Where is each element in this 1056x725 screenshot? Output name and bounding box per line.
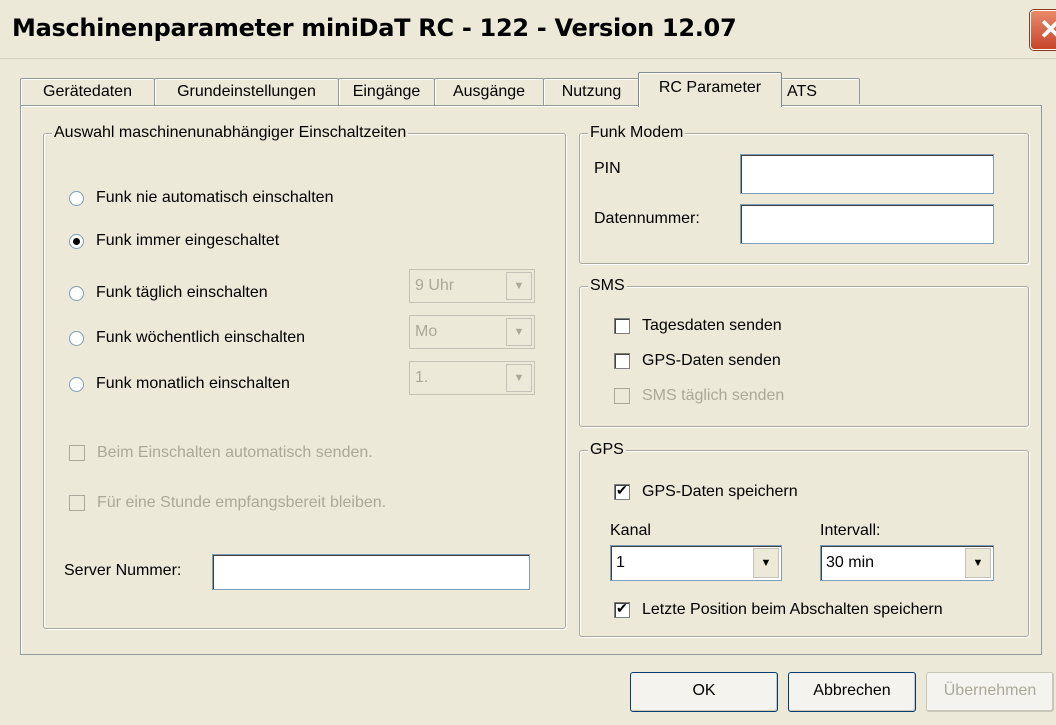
stay-ready-label: Für eine Stunde empfangsbereit bleiben. [97,494,387,511]
gps-save-checkbox-box[interactable] [614,482,630,500]
radio-weekly[interactable]: Funk wöchentlich einschalten [69,329,305,347]
stay-ready-checkbox-box[interactable] [69,495,85,511]
chevron-down-icon[interactable]: ▼ [753,548,779,578]
last-position-checkbox-box[interactable] [614,600,630,618]
radio-weekly-indicator[interactable] [69,330,84,346]
weekly-day-value: Mo [415,323,438,340]
sms-daily-checkbox-box[interactable] [614,388,630,404]
tab-panel: Auswahl maschinenunabhängiger Einschaltz… [20,105,1042,655]
server-number-input[interactable] [212,554,530,590]
sms-title: SMS [588,277,627,295]
close-icon: ✕ [1039,14,1056,45]
tab-nutzung[interactable]: Nutzung [543,78,640,105]
chevron-down-icon[interactable]: ▼ [506,364,532,392]
pin-label: PIN [594,160,621,177]
gps-senden-label: GPS-Daten senden [642,352,781,369]
datennummer-label: Datennummer: [594,210,700,227]
radio-monthly-label: Funk monatlich einschalten [96,375,290,392]
auto-send-label: Beim Einschalten automatisch senden. [97,444,373,461]
tab-geraetedaten[interactable]: Gerätedaten [20,78,155,105]
apply-button[interactable]: Übernehmen [926,672,1054,712]
intervall-select[interactable]: 30 min ▼ [820,545,994,581]
daily-hour-value: 9 Uhr [415,277,455,294]
intervall-label: Intervall: [820,522,881,539]
auto-send-checkbox[interactable]: Beim Einschalten automatisch senden. [69,444,373,462]
radio-never[interactable]: Funk nie automatisch einschalten [69,189,333,207]
title-bar: Maschinenparameter miniDaT RC - 122 - Ve… [0,0,1056,59]
tab-rc-parameter[interactable]: RC Parameter [638,72,782,107]
radio-daily-label: Funk täglich einschalten [96,284,268,301]
chevron-down-icon[interactable]: ▼ [506,318,532,346]
radio-always[interactable]: Funk immer eingeschaltet [69,232,279,250]
tagesdaten-label: Tagesdaten senden [642,317,782,334]
datennummer-input[interactable] [740,204,994,244]
kanal-label: Kanal [610,522,651,539]
gps-senden-checkbox-box[interactable] [614,353,630,369]
auto-send-checkbox-box[interactable] [69,445,85,461]
monthly-day-select[interactable]: 1. ▼ [409,361,535,395]
tab-grundeinstellungen[interactable]: Grundeinstellungen [154,78,339,105]
radio-never-indicator[interactable] [69,190,84,206]
tagesdaten-checkbox[interactable]: Tagesdaten senden [614,317,782,335]
funk-modem-title: Funk Modem [588,124,686,142]
chevron-down-icon[interactable]: ▼ [506,272,532,300]
gps-save-checkbox[interactable]: GPS-Daten speichern [614,482,798,501]
radio-monthly-indicator[interactable] [69,376,84,392]
intervall-value: 30 min [826,554,875,571]
kanal-select[interactable]: 1 ▼ [610,545,782,581]
gps-group: GPS GPS-Daten speichern Kanal 1 ▼ Interv… [579,441,1029,637]
pin-input[interactable] [740,154,994,194]
tab-ats[interactable]: ATS [780,78,860,104]
weekly-day-select[interactable]: Mo ▼ [409,315,535,349]
radio-always-label: Funk immer eingeschaltet [96,232,280,249]
sms-daily-label: SMS täglich senden [642,387,785,404]
window-title: Maschinenparameter miniDaT RC - 122 - Ve… [12,14,737,42]
radio-weekly-label: Funk wöchentlich einschalten [96,329,306,346]
radio-never-label: Funk nie automatisch einschalten [96,189,334,206]
tab-eingaenge[interactable]: Eingänge [338,78,435,105]
gps-save-label: GPS-Daten speichern [642,483,798,500]
kanal-value: 1 [616,554,625,571]
gps-title: GPS [588,441,626,459]
switch-times-group: Auswahl maschinenunabhängiger Einschaltz… [43,124,566,629]
close-button[interactable]: ✕ [1030,10,1056,50]
switch-times-group-title: Auswahl maschinenunabhängiger Einschaltz… [52,124,409,142]
monthly-day-value: 1. [415,369,429,386]
ok-button[interactable]: OK [630,672,778,712]
sms-group: SMS Tagesdaten senden GPS-Daten senden S… [579,277,1029,427]
chevron-down-icon[interactable]: ▼ [965,548,991,578]
server-number-label: Server Nummer: [64,562,182,579]
radio-always-indicator[interactable] [69,233,84,249]
stay-ready-checkbox[interactable]: Für eine Stunde empfangsbereit bleiben. [69,494,386,512]
last-position-checkbox[interactable]: Letzte Position beim Abschalten speicher… [614,600,943,619]
tagesdaten-checkbox-box[interactable] [614,318,630,334]
cancel-button[interactable]: Abbrechen [788,672,916,712]
last-position-label: Letzte Position beim Abschalten speicher… [642,601,943,618]
radio-daily[interactable]: Funk täglich einschalten [69,284,268,302]
tab-ausgaenge[interactable]: Ausgänge [434,78,544,105]
daily-hour-select[interactable]: 9 Uhr ▼ [409,269,535,303]
radio-daily-indicator[interactable] [69,285,84,301]
sms-daily-checkbox[interactable]: SMS täglich senden [614,387,784,405]
funk-modem-group: Funk Modem PIN Datennummer: [579,124,1029,264]
gps-senden-checkbox[interactable]: GPS-Daten senden [614,352,781,370]
radio-monthly[interactable]: Funk monatlich einschalten [69,375,290,393]
